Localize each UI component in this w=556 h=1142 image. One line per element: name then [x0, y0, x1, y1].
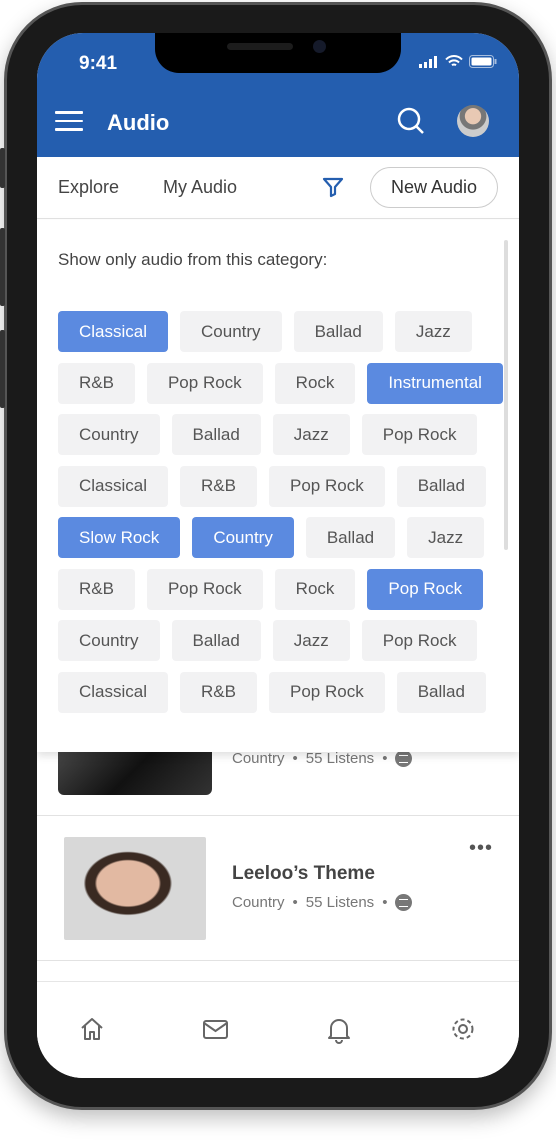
wifi-icon [445, 55, 463, 67]
spotify-icon [395, 750, 413, 767]
chip-row: Classical Country Ballad Jazz [58, 311, 503, 352]
category-chip[interactable]: R&B [58, 568, 135, 610]
category-chip[interactable]: Jazz [407, 517, 485, 558]
signal-icon [419, 55, 437, 68]
mute-switch [0, 148, 5, 188]
battery-icon [469, 55, 497, 68]
category-chip[interactable]: Jazz [272, 620, 350, 661]
category-chip[interactable]: Ballad [293, 311, 383, 352]
category-chip[interactable]: R&B [180, 671, 257, 713]
volume-down-button [0, 330, 5, 408]
category-chip[interactable]: Instrumental [367, 362, 503, 404]
category-chip[interactable]: R&B [180, 465, 257, 507]
item-listens: 55 Listens [305, 750, 375, 767]
tab-explore[interactable]: Explore [58, 177, 119, 198]
chip-row: Country Ballad Jazz Pop Rock [58, 620, 503, 661]
tab-my-audio[interactable]: My Audio [163, 177, 237, 198]
status-icons [419, 55, 497, 68]
chip-row: R&B Pop Rock Rock Instrumental [58, 362, 503, 404]
chip-row: Classical R&B Pop Rock Ballad [58, 465, 503, 507]
volume-up-button [0, 228, 5, 306]
gear-icon[interactable] [450, 1016, 476, 1042]
filter-prompt: Show only audio from this category: [58, 250, 328, 269]
category-chip[interactable]: Country [192, 517, 294, 558]
category-chips: Classical Country Ballad Jazz R&B Pop Rock Roc… [58, 311, 503, 723]
category-chip[interactable]: Ballad [171, 620, 261, 661]
category-chip[interactable]: Slow Rock [58, 517, 181, 558]
category-chip[interactable]: Ballad [396, 465, 486, 507]
home-icon[interactable] [79, 1016, 105, 1042]
filter-icon[interactable] [322, 176, 344, 198]
chip-row: Classical R&B Pop Rock Ballad [58, 671, 503, 713]
chip-row: Slow Rock Country Ballad Jazz [58, 517, 503, 558]
new-audio-button[interactable]: New Audio [370, 167, 498, 208]
bell-icon[interactable] [326, 1016, 352, 1044]
category-chip[interactable]: Ballad [171, 414, 261, 455]
category-chip[interactable]: Pop Rock [146, 568, 263, 610]
album-thumbnail [64, 837, 206, 940]
category-filter-panel: Show only audio from this category: Clas… [37, 220, 519, 752]
category-chip[interactable]: R&B [58, 362, 135, 404]
category-chip[interactable]: Classical [58, 311, 169, 352]
category-chip[interactable]: Ballad [396, 671, 486, 713]
chip-row: Country Ballad Jazz Pop Rock [58, 414, 503, 455]
category-chip[interactable]: Ballad [305, 517, 396, 558]
item-meta: Country • 55 Listens • [232, 750, 413, 767]
item-listens: 55 Listens [305, 894, 375, 911]
item-title: Leeloo’s Theme [232, 863, 375, 884]
more-options-icon[interactable]: ••• [469, 838, 493, 858]
category-chip[interactable]: Rock [274, 568, 356, 610]
notch [155, 33, 401, 73]
scrollbar[interactable] [504, 240, 508, 550]
category-chip[interactable]: Country [58, 620, 160, 661]
category-chip[interactable]: Pop Rock [269, 465, 385, 507]
page-title: Audio [107, 110, 170, 135]
item-genre: Country [232, 750, 285, 767]
chip-row: R&B Pop Rock Rock Pop Rock [58, 568, 503, 610]
category-chip[interactable]: Country [180, 311, 282, 352]
category-chip[interactable]: Jazz [394, 311, 472, 352]
bottom-nav [37, 981, 519, 1078]
menu-icon[interactable] [55, 111, 83, 131]
screen: 9:41 Audio Explore My Audio New Audio Sh… [37, 33, 519, 1078]
item-genre: Country [232, 894, 285, 911]
spotify-icon [395, 894, 413, 911]
category-chip[interactable]: Jazz [272, 414, 350, 455]
category-chip[interactable]: Rock [274, 362, 356, 404]
search-icon[interactable] [397, 107, 425, 135]
category-chip[interactable]: Classical [58, 671, 169, 713]
list-item[interactable]: Leeloo’s Theme Country • 55 Listens • ••• [37, 816, 519, 961]
category-chip[interactable]: Country [58, 414, 160, 455]
category-chip[interactable]: Classical [58, 465, 169, 507]
mail-icon[interactable] [202, 1016, 229, 1042]
category-chip[interactable]: Pop Rock [361, 620, 478, 661]
category-chip[interactable]: Pop Rock [146, 362, 263, 404]
item-meta: Country • 55 Listens • [232, 894, 413, 911]
status-time: 9:41 [79, 53, 118, 74]
category-chip[interactable]: Pop Rock [361, 414, 478, 455]
avatar[interactable] [457, 105, 489, 137]
tab-bar: Explore My Audio New Audio [37, 157, 519, 219]
category-chip[interactable]: Pop Rock [367, 568, 484, 610]
category-chip[interactable]: Pop Rock [269, 671, 385, 713]
